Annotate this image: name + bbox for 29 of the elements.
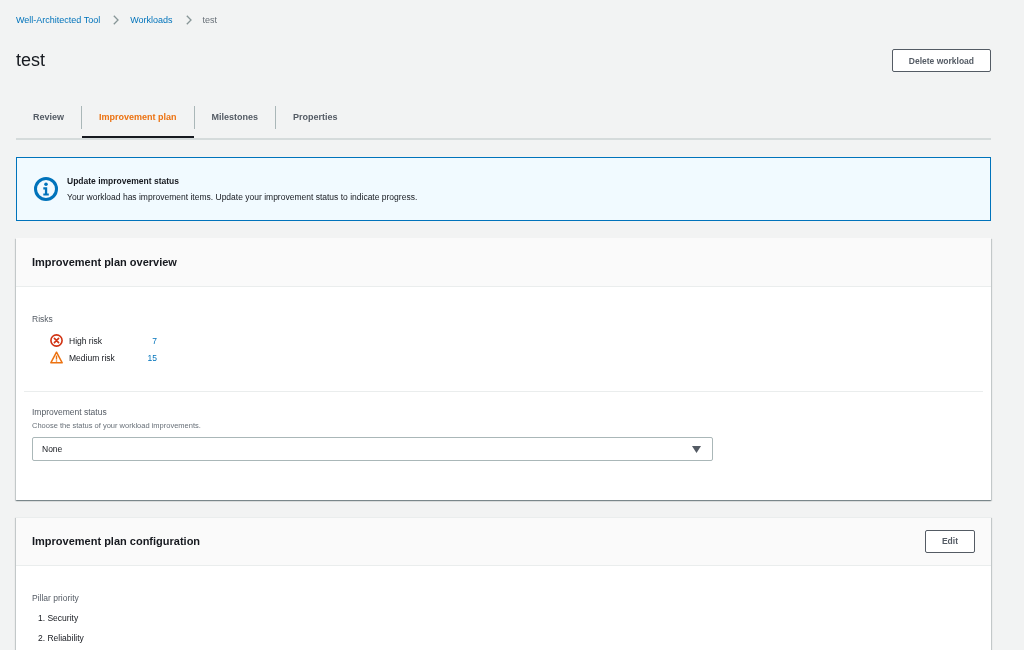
section-label: Pillar priority [32,592,80,604]
section-label: Risks [32,313,54,325]
risk-label: Medium risk [69,352,116,363]
tab[interactable]: Review [16,104,82,138]
field-label: Improvement status [32,406,108,418]
breadcrumb-link[interactable]: Workloads [130,14,173,26]
edit-button[interactable]: Edit [924,529,975,553]
x-circle-icon [50,334,63,347]
tab[interactable]: Properties [276,104,355,138]
risk-count-link[interactable]: 7 [141,335,157,346]
risk-label: High risk [69,335,104,346]
caret-icon [692,445,701,453]
status-select[interactable]: None [32,437,713,461]
risk-count-link[interactable]: 15 [141,352,157,363]
info-icon [34,177,58,201]
card-title: Improvement plan overview [32,255,177,269]
breadcrumb-link[interactable]: Well-Architected Tool [16,14,101,26]
page-title: test [16,49,45,72]
chevron-icon [113,15,120,25]
chevron-icon [185,15,192,25]
card-title: Improvement plan configuration [32,534,201,548]
alert-message: Your workload has improvement items. Update your improvement status to indicate progress. [67,191,418,203]
warning-icon [50,351,63,364]
pillar-item: 2. Reliability [37,632,85,644]
delete-workload-button[interactable]: Delete workload [891,49,991,72]
breadcrumb-current: test [202,14,218,26]
pillar-item: 1. Security [37,612,80,624]
tab[interactable]: Milestones [194,104,276,138]
alert-title: Update improvement status [67,175,180,187]
